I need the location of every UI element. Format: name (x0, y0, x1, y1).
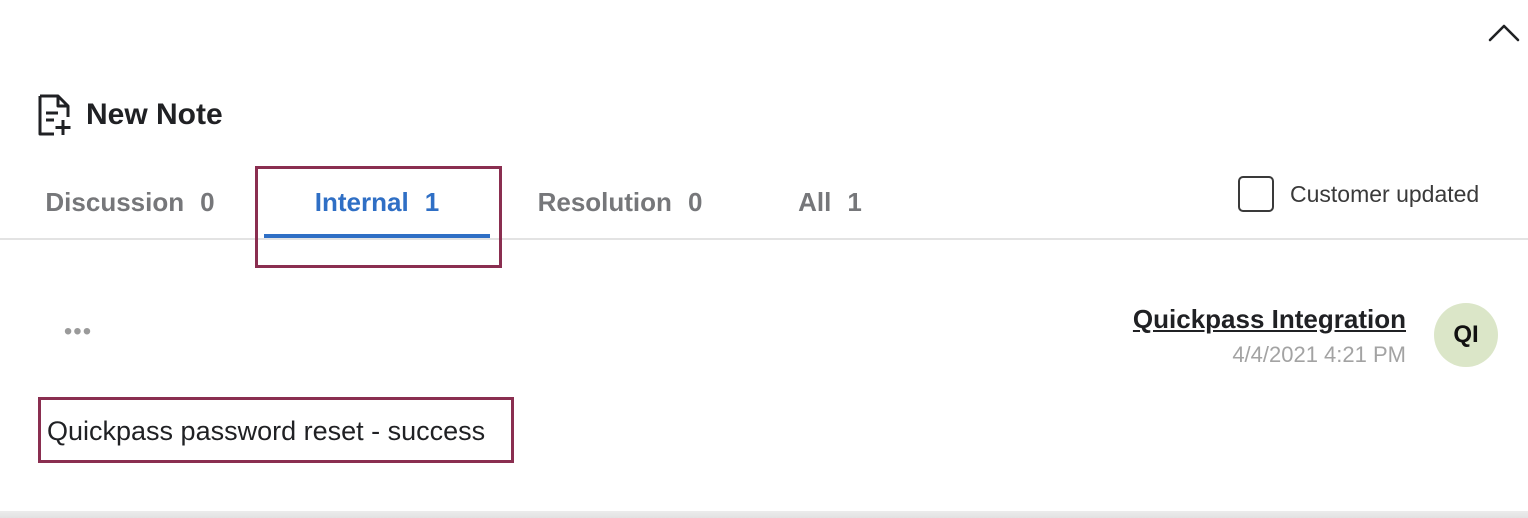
tab-label: Discussion (45, 186, 185, 217)
tab-internal[interactable]: Internal 1 (264, 166, 490, 238)
collapse-button[interactable] (1484, 18, 1524, 46)
notes-panel: New Note Discussion 0 Internal 1 Resolutio… (0, 0, 1528, 518)
new-note-label: New Note (86, 98, 223, 131)
note-author-link[interactable]: Quickpass Integration (1133, 304, 1406, 335)
new-note-button[interactable]: New Note (36, 92, 223, 138)
customer-updated-checkbox[interactable]: Customer updated (1238, 176, 1479, 212)
tab-discussion[interactable]: Discussion 0 (40, 166, 220, 238)
customer-updated-label: Customer updated (1290, 180, 1480, 207)
tab-count: 0 (687, 186, 703, 217)
note-body: Quickpass password reset - success (47, 416, 486, 446)
tab-label: Internal (314, 186, 409, 217)
tab-count: 1 (424, 186, 440, 217)
tab-count: 1 (847, 186, 862, 217)
more-horizontal-icon[interactable]: ••• (62, 318, 94, 346)
chevron-up-icon (1488, 24, 1520, 42)
tab-count: 0 (200, 186, 215, 217)
checkbox-box[interactable] (1238, 176, 1274, 212)
avatar: QI (1434, 303, 1498, 367)
tab-label: All (798, 186, 832, 217)
tab-resolution[interactable]: Resolution 0 (530, 166, 710, 238)
note-timestamp: 4/4/2021 4:21 PM (1232, 342, 1406, 367)
note-add-icon (38, 94, 71, 136)
tab-all[interactable]: All 1 (790, 166, 870, 238)
tab-label: Resolution (537, 186, 672, 217)
active-tab-indicator (264, 234, 490, 238)
panel-bottom-divider (0, 511, 1528, 518)
